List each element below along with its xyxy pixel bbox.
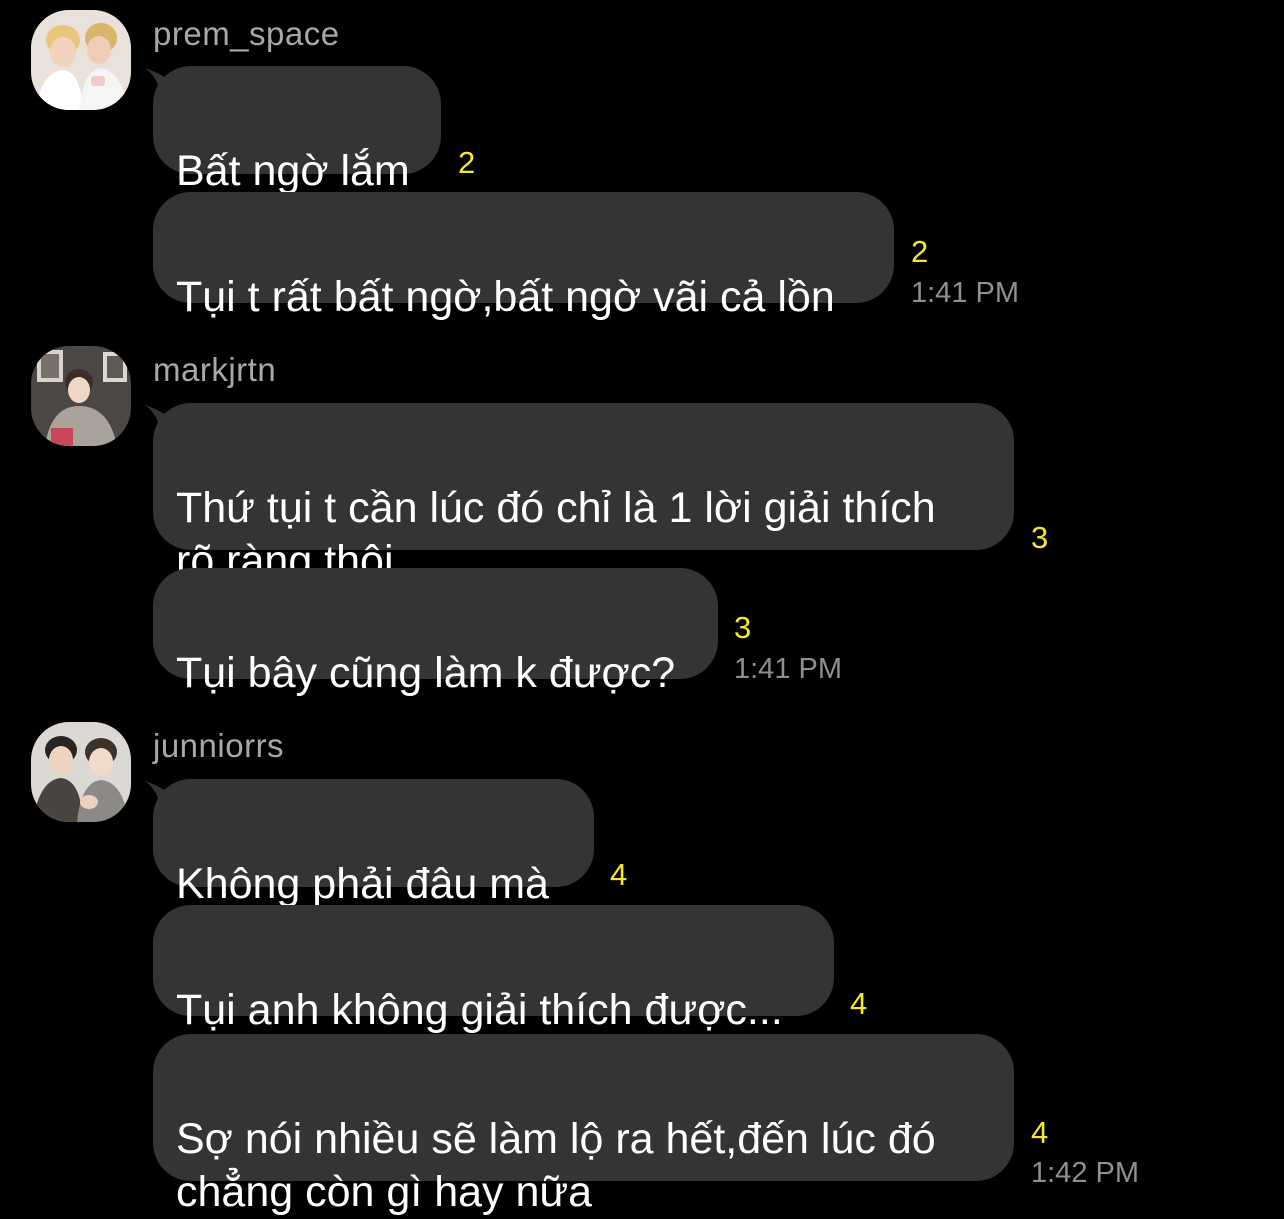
message-bubble[interactable]: Sợ nói nhiều sẽ làm lộ ra hết,đến lúc đó…	[153, 1034, 1014, 1216]
message-text: Tụi anh không giải thích được...	[176, 986, 783, 1034]
reaction-count[interactable]: 3	[1031, 520, 1048, 556]
message-text: Tụi t rất bất ngờ,bất ngờ vãi cả lồn	[176, 273, 835, 321]
reaction-count[interactable]: 2	[458, 145, 475, 181]
message-text: Bất ngờ lắm	[176, 147, 410, 195]
message-bubble[interactable]: Bất ngờ lắm	[153, 66, 441, 195]
message-bubble[interactable]: Không phải đâu mà	[153, 779, 594, 908]
timestamp: 1:41 PM	[734, 653, 842, 685]
user-photo-avatar-icon	[31, 722, 131, 822]
avatar[interactable]	[31, 722, 131, 822]
message-bubble[interactable]: Tụi anh không giải thích được...	[153, 905, 834, 1034]
reaction-count[interactable]: 4	[1031, 1115, 1048, 1151]
reaction-count[interactable]: 4	[610, 857, 627, 893]
message-bubble[interactable]: Thứ tụi t cần lúc đó chỉ là 1 lời giải t…	[153, 403, 1014, 585]
message-text: Không phải đâu mà	[176, 860, 549, 908]
avatar[interactable]	[31, 10, 131, 110]
message-text: Sợ nói nhiều sẽ làm lộ ra hết,đến lúc đó…	[176, 1115, 936, 1216]
reaction-count[interactable]: 2	[911, 234, 928, 270]
timestamp: 1:41 PM	[911, 277, 1019, 309]
user-photo-avatar-icon	[31, 10, 131, 110]
sender-name[interactable]: prem_space	[153, 15, 340, 53]
reaction-count[interactable]: 4	[850, 986, 867, 1022]
message-bubble[interactable]: Tụi bây cũng làm k được?	[153, 568, 718, 697]
sender-name[interactable]: markjrtn	[153, 351, 276, 389]
message-bubble[interactable]: Tụi t rất bất ngờ,bất ngờ vãi cả lồn	[153, 192, 894, 321]
avatar[interactable]	[31, 346, 131, 446]
sender-name[interactable]: junniorrs	[153, 727, 284, 765]
message-text: Tụi bây cũng làm k được?	[176, 649, 676, 697]
user-photo-avatar-icon	[31, 346, 131, 446]
timestamp: 1:42 PM	[1031, 1157, 1139, 1189]
reaction-count[interactable]: 3	[734, 610, 751, 646]
